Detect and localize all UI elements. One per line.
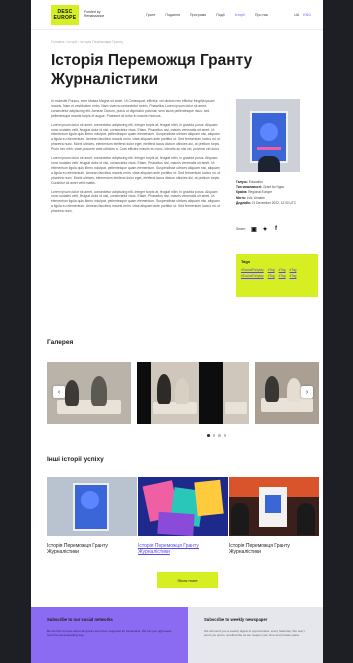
poster-graphic [265,495,281,513]
poster-graphic [194,479,224,517]
nav-item-stories[interactable]: Історії [235,13,245,17]
social-subscribe-panel: Subscribe to our social networks Be the … [31,607,188,663]
story-card[interactable]: Історія Переможця Гранту Журналістики [138,477,228,555]
meta-value: Grant for Ngos [263,185,284,190]
article-paragraph: Lorem ipsum dolor sit amet, consectetur … [51,122,221,152]
story-image [236,99,300,172]
share-label: Share: [236,227,246,231]
breadcrumb[interactable]: Головна › Історії › Історія Переможця Гр… [51,40,123,44]
story-card-caption[interactable]: Історія Переможця Гранту Журналістики [138,543,224,555]
site-header: DESC EUROPE Funded by Renaissance Грант … [31,0,323,30]
nav-item-about[interactable]: Про нас [255,13,268,17]
tag-link[interactable]: #Tag [279,274,286,278]
tags-title: Tags [241,259,251,264]
instagram-icon[interactable]: ▣ [251,226,257,233]
story-card-image [138,477,228,536]
story-meta: Галузь: Education Тип можливості: Grant … [236,180,300,206]
pagination-dot[interactable] [223,434,226,437]
meta-value: Regional Europe [248,190,272,195]
pagination-dot[interactable] [207,434,210,437]
article-body: In molestie Pursus, sem Massa Magna sit … [51,99,221,218]
story-card-image [47,477,137,536]
person-figure [265,376,279,402]
pagination-dot[interactable] [212,434,215,437]
newsletter-subscribe-panel: Subscribe to weekly newspaper We will se… [188,607,323,663]
meta-label: Тип можливості: [236,185,263,190]
story-card[interactable]: Історія Переможця Гранту Журналістики [229,477,319,555]
twitter-icon[interactable]: ✦ [262,226,268,233]
lang-ua[interactable]: UA [294,13,299,17]
poster-circle [260,123,278,141]
lang-eng[interactable]: ENG [303,13,311,17]
tag-link[interactable]: #Tag [279,268,286,272]
person-figure [287,378,301,402]
tag-link[interactable]: #Tag [268,274,275,278]
logo-line-2: EUROPE [53,15,77,21]
tag-link[interactable]: #Social/Fairplay [241,268,264,272]
gallery-prev-button[interactable]: ‹ [53,386,65,398]
meta-value: Lviv, Ukraine [246,195,265,200]
tags-list: #Social/Fairplay #Tag #Tag #Tag #Social/… [241,268,313,278]
pagination-dot[interactable] [218,434,221,437]
page-title: Історія Переможця Гранту Журналістики [51,52,253,88]
tag-link[interactable]: #Social/Fairplay [241,274,264,278]
tag-link[interactable]: #Tag [268,268,275,272]
dark-band [199,362,223,424]
newsletter-text: We will send you a weekly digest of oppo… [204,629,305,638]
person-figure [297,503,315,535]
tag-link[interactable]: #Tag [290,268,297,272]
page: DESC EUROPE Funded by Renaissance Грант … [31,0,323,663]
person-figure [91,376,107,406]
article-paragraph: In molestie Pursus, sem Massa Magna sit … [51,99,215,118]
newsletter-title: Subscribe to weekly newspaper [204,617,268,622]
nav-item-grant[interactable]: Грант [146,13,155,17]
main-nav: Грант Подання Програми Події Історії Про… [146,13,268,17]
meta-label: Країна: [236,190,248,195]
meta-value: Education [248,180,263,184]
article-paragraph: Lorem ipsum dolor sit amet, consectetur … [51,189,221,214]
meta-label: Галузь: [236,180,248,184]
nav-item-events[interactable]: Події [216,13,224,17]
meta-label: Місто: [236,195,246,200]
gallery-title: Галерея [47,339,74,346]
social-subscribe-text: Be the first to know about all grants an… [47,629,172,638]
poster-circle [81,491,99,509]
person-figure [231,503,249,535]
gallery-pagination [207,434,226,437]
poster-bar [257,147,281,150]
gallery-image[interactable] [137,362,249,424]
show-more-button[interactable]: Show more [157,572,218,588]
person-silhouette [258,156,280,172]
story-card-image [229,477,319,536]
meta-label: Дедлайн: [236,200,251,205]
meta-row: Дедлайн: 21 December 2022, 12:00 UTC [236,201,300,206]
table-shape [225,402,247,414]
facebook-icon[interactable]: f [273,226,279,232]
other-stories-title: Інші історії успіху [47,456,104,463]
meta-value: 21 December 2022, 12:00 UTC [251,200,297,205]
gallery-next-button[interactable]: › [301,386,313,398]
logo-subtitle: Funded by Renaissance [84,10,105,18]
social-subscribe-title: Subscribe to our social networks [47,617,113,622]
article-paragraph: Lorem ipsum dolor sit amet, consectetur … [51,156,221,185]
person-figure [65,380,79,406]
story-card-caption[interactable]: Історія Переможця Гранту Журналістики [47,543,133,555]
share-bar: Share: ▣ ✦ f [236,226,279,233]
dark-band [137,362,151,424]
language-switcher: UA ENG [294,13,311,17]
person-figure [157,374,171,404]
nav-item-submission[interactable]: Подання [165,13,180,17]
site-logo[interactable]: DESC EUROPE [51,5,79,25]
person-figure [175,378,189,404]
tag-link[interactable]: #Tag [290,274,297,278]
poster-graphic [157,511,195,536]
tags-box: Tags #Social/Fairplay #Tag #Tag #Tag #So… [236,254,318,297]
gallery-carousel: ‹ › [47,362,319,424]
story-card-caption[interactable]: Історія Переможця Гранту Журналістики [229,543,315,555]
story-card[interactable]: Історія Переможця Гранту Журналістики [47,477,137,555]
nav-item-programs[interactable]: Програми [190,13,206,17]
